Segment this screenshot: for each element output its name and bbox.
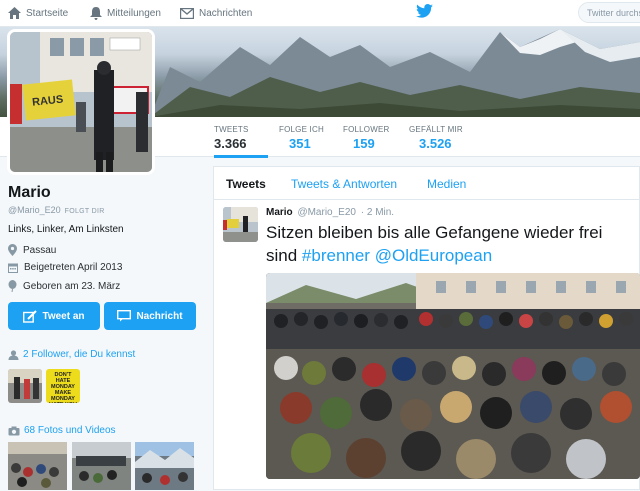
tweet-author-name[interactable]: Mario (266, 207, 293, 218)
compose-icon (23, 309, 38, 323)
tweet-text: Sitzen bleiben bis alle Gefangene wieder… (266, 221, 626, 267)
follower-avatar-2[interactable]: DON'T HATE MONDAY MAKE MONDAY HATE YOU (46, 369, 80, 403)
home-icon (8, 7, 21, 19)
stat-following-value: 351 (289, 136, 311, 151)
timeline: Tweets Tweets & Antworten Medien Mario @… (213, 166, 640, 490)
tweet-to-label: Tweet an (42, 310, 85, 322)
profile-handle-text: @Mario_E20 (8, 205, 61, 215)
tab-tweets[interactable]: Tweets (226, 177, 266, 191)
tab-media[interactable]: Medien (427, 177, 466, 191)
stat-likes-label: GEFÄLLT MIR (409, 125, 463, 134)
stat-followers-label: FOLLOWER (343, 125, 390, 134)
stat-tweets-value: 3.366 (214, 136, 247, 151)
search-input[interactable]: Twitter durchsuchen (578, 2, 640, 23)
top-nav-bar: Startseite Mitteilungen Nachrichten Twit… (0, 0, 640, 27)
nav-notifications-label: Mitteilungen (107, 7, 161, 19)
nav-home[interactable]: Startseite (8, 5, 68, 21)
calendar-icon (8, 263, 18, 273)
photos-videos-link[interactable]: 68 Fotos und Videos (8, 425, 116, 436)
tab-tweets-replies[interactable]: Tweets & Antworten (291, 177, 397, 191)
stat-likes-value: 3.526 (419, 136, 452, 151)
avatar[interactable]: RAUS (7, 29, 155, 175)
message-button[interactable]: Nachricht (104, 302, 196, 330)
stat-tweets[interactable]: TWEETS 3.366 (214, 125, 268, 158)
tweet-to-button[interactable]: Tweet an (8, 302, 100, 330)
stat-followers[interactable]: FOLLOWER 159 (343, 125, 390, 151)
person-icon (8, 349, 19, 360)
message-label: Nachricht (136, 310, 183, 322)
camera-icon (8, 426, 20, 435)
stat-following-label: FOLGE ICH (279, 125, 324, 134)
tweet[interactable]: Mario @Mario_E20 · 2 Min. Sitzen bleiben… (214, 200, 640, 491)
profile-joined: Beigetreten April 2013 (8, 262, 122, 273)
nav-home-label: Startseite (26, 7, 69, 19)
stat-followers-value: 159 (353, 136, 375, 151)
profile-location: Passau (8, 244, 56, 256)
tweet-timestamp[interactable]: · 2 Min. (361, 207, 394, 218)
timeline-tabs: Tweets Tweets & Antworten Medien (214, 167, 640, 200)
profile-handle: @Mario_E20 FOLGT DIR (8, 205, 105, 215)
tweet-author: Mario @Mario_E20 · 2 Min. (266, 207, 394, 218)
mention-oldeuropean[interactable]: @OldEuropean (375, 246, 492, 265)
photo-thumb-3[interactable] (135, 442, 194, 490)
tweet-author-handle[interactable]: @Mario_E20 (297, 207, 356, 218)
photos-videos-text: 68 Fotos und Videos (24, 425, 116, 436)
hashtag-brenner[interactable]: #brenner (302, 246, 370, 265)
profile-joined-text: Beigetreten April 2013 (24, 262, 123, 273)
stat-tweets-label: TWEETS (214, 125, 249, 134)
profile-birthday-text: Geboren am 23. März (23, 280, 121, 292)
location-pin-icon (8, 244, 17, 256)
photo-thumb-1[interactable] (8, 442, 67, 490)
photo-thumb-2[interactable] (72, 442, 131, 490)
twitter-bird-icon[interactable] (416, 4, 433, 18)
stat-likes[interactable]: GEFÄLLT MIR 3.526 (409, 125, 463, 151)
followers-you-know-text: 2 Follower, die Du kennst (23, 349, 136, 360)
followers-you-know-link[interactable]: 2 Follower, die Du kennst (8, 349, 135, 360)
nav-notifications[interactable]: Mitteilungen (90, 5, 161, 21)
balloon-icon (8, 280, 17, 292)
envelope-icon (180, 7, 194, 19)
follows-you-badge: FOLGT DIR (64, 208, 105, 215)
message-icon (117, 310, 132, 322)
follower-avatar-1[interactable] (8, 369, 42, 403)
nav-messages[interactable]: Nachrichten (180, 5, 252, 21)
nav-messages-label: Nachrichten (199, 7, 253, 19)
tweet-media-image[interactable] (266, 273, 640, 479)
profile-name: Mario (8, 184, 51, 201)
follower-avatar-2-sign: DON'T HATE MONDAY MAKE MONDAY HATE YOU (46, 369, 80, 403)
stat-following[interactable]: FOLGE ICH 351 (279, 125, 324, 151)
profile-birthday: Geboren am 23. März (8, 280, 120, 292)
profile-bio: Links, Linker, Am Linksten (8, 224, 124, 235)
bell-icon (90, 6, 102, 20)
profile-location-text: Passau (23, 244, 57, 256)
tweet-avatar[interactable] (223, 207, 258, 242)
